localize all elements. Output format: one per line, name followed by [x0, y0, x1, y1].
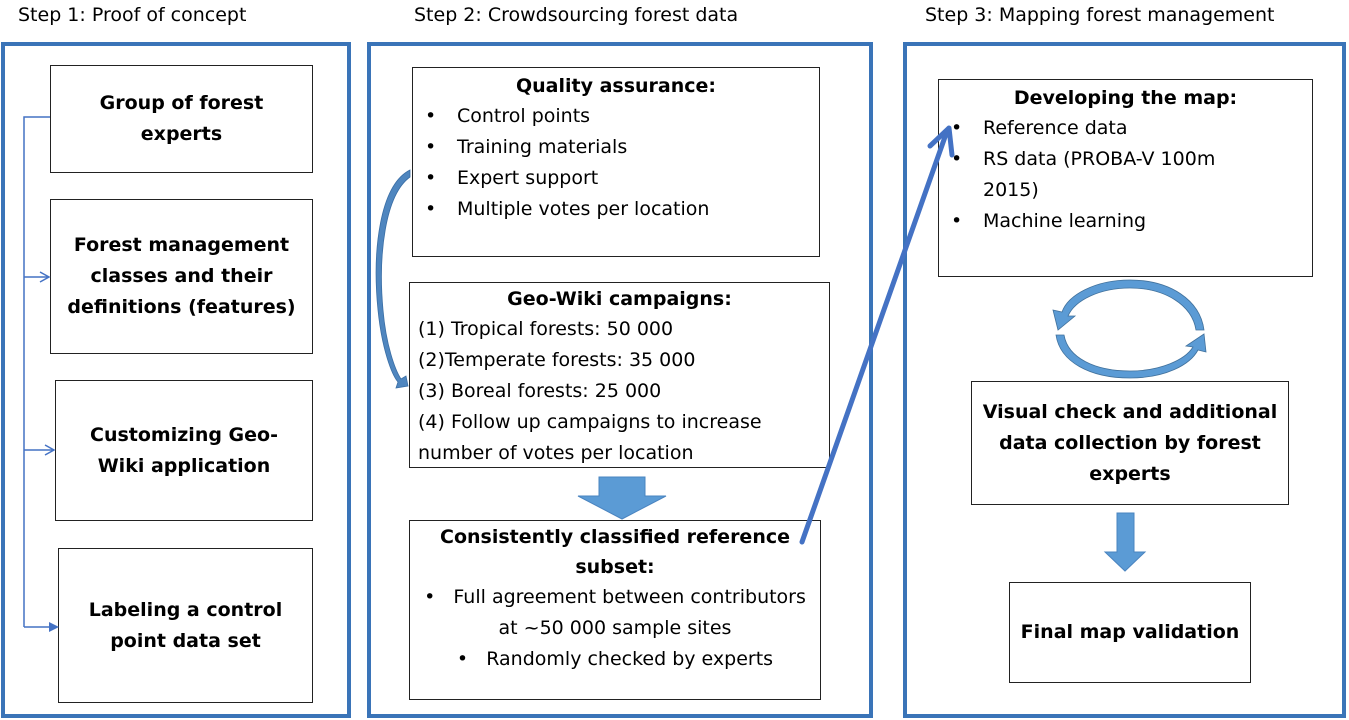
list-item: (1) Tropical forests: 50 000 [418, 318, 674, 340]
visual-check-box: Visual check and additional data collect… [971, 381, 1289, 505]
quality-assurance-list: Control points Training materials Expert… [413, 101, 819, 225]
developing-map-list: Reference data RS data (PROBA-V 100m 201… [939, 113, 1312, 237]
list-item: Multiple votes per location [413, 194, 819, 225]
final-map-validation-box: Final map validation [1009, 582, 1251, 683]
step-1-title: Step 1: Proof of concept [18, 4, 247, 26]
reference-subset-list: • Full agreement between contributors at… [410, 582, 820, 675]
customizing-geo-wiki-box: Customizing Geo-Wiki application [55, 380, 313, 521]
box-text: Visual check and additional data collect… [982, 400, 1278, 485]
step-3-title: Step 3: Mapping forest management [925, 4, 1275, 26]
box-text: Customizing Geo-Wiki application [90, 423, 278, 477]
box-text: Labeling a control point data set [88, 598, 283, 652]
geo-wiki-campaigns-box: Geo-Wiki campaigns: (1) Tropical forests… [409, 282, 830, 468]
list-item: Reference data [939, 113, 1252, 144]
list-item: Expert support [413, 163, 819, 194]
forest-management-classes-box: Forest management classes and their defi… [50, 199, 313, 354]
step-2-title: Step 2: Crowdsourcing forest data [414, 4, 739, 26]
developing-map-heading: Developing the map: [1013, 87, 1238, 109]
reference-subset-heading: Consistently classified reference subset… [440, 526, 790, 578]
developing-map-box: Developing the map: Reference data RS da… [938, 79, 1313, 277]
group-of-forest-experts-box: Group of forest experts [50, 65, 313, 173]
list-item: Machine learning [939, 206, 1252, 237]
list-item: Control points [413, 101, 819, 132]
box-text: Final map validation [1020, 621, 1240, 643]
list-item: (4) Follow up campaigns to increase numb… [418, 411, 762, 464]
geo-wiki-campaigns-list: (1) Tropical forests: 50 000 (2)Temperat… [410, 314, 829, 469]
geo-wiki-campaigns-heading: Geo-Wiki campaigns: [507, 288, 732, 310]
list-item: • Full agreement between contributors at… [420, 582, 810, 644]
bullet-icon: • [424, 586, 454, 608]
box-text: Group of forest experts [99, 92, 264, 145]
list-item: RS data (PROBA-V 100m 2015) [939, 144, 1252, 206]
list-item-text: Full agreement between contributors at ~… [453, 586, 806, 639]
bullet-icon: • [456, 648, 487, 670]
quality-assurance-heading: Quality assurance: [515, 75, 717, 97]
list-item-text: Randomly checked by experts [486, 648, 774, 670]
list-item: (3) Boreal forests: 25 000 [418, 380, 662, 402]
list-item: • Randomly checked by experts [420, 644, 810, 675]
quality-assurance-box: Quality assurance: Control points Traini… [412, 67, 820, 257]
box-text: Forest management classes and their defi… [67, 234, 296, 318]
list-item: (2)Temperate forests: 35 000 [418, 349, 696, 371]
labeling-control-point-box: Labeling a control point data set [58, 548, 313, 703]
list-item: Training materials [413, 132, 819, 163]
reference-subset-box: Consistently classified reference subset… [409, 520, 821, 700]
